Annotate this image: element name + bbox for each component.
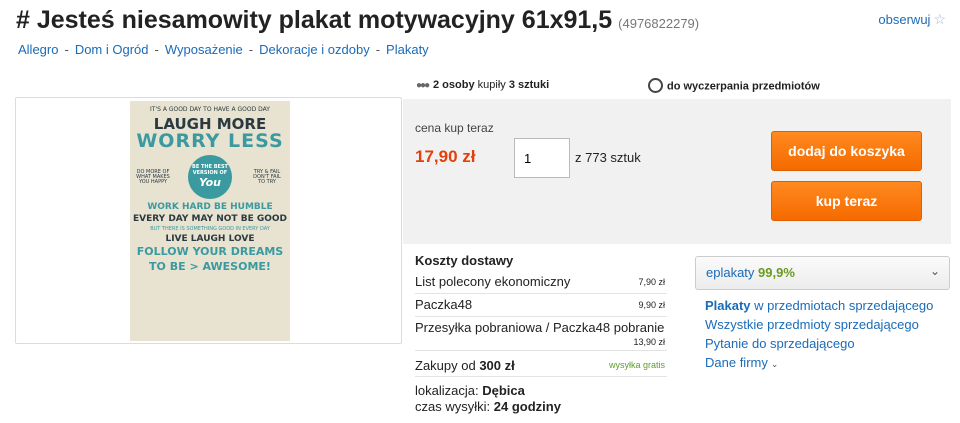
breadcrumb-item-wyposazenie[interactable]: Wyposażenie [165, 42, 243, 57]
shipping-option-name: Paczka48 [415, 297, 473, 312]
breadcrumb-item-dom-i-ogrod[interactable]: Dom i Ogród [75, 42, 149, 57]
poster-line: EVERY DAY MAY NOT BE GOOD [132, 214, 288, 224]
seller-dropdown[interactable]: eplakaty 99,9% ⌄ [695, 256, 950, 290]
breadcrumb: Allegro - Dom i Ogród - Wyposażenie - Dekoracj… [18, 42, 429, 57]
seller-rating: 99,9% [758, 265, 795, 280]
seller-category-link[interactable]: Plakaty w przedmiotach sprzedającego [705, 298, 933, 313]
shipping-costs: Koszty dostawy List polecony ekonomiczny… [415, 253, 667, 351]
poster-line: FOLLOW YOUR DREAMS [136, 245, 284, 258]
poster-circle-text: BE THE BEST VERSION OF [192, 164, 228, 176]
breadcrumb-separator: - [248, 42, 254, 57]
location-value: Dębica [482, 383, 525, 398]
quantity-input[interactable] [514, 138, 570, 178]
poster-line: IT'S A GOOD DAY TO HAVE A GOOD DAY [150, 106, 270, 113]
poster-line: TO BE > AWESOME! [149, 260, 271, 273]
free-shipping-amount: 300 zł [479, 358, 515, 373]
company-data-link[interactable]: Dane firmy ⌄ [705, 355, 778, 370]
free-shipping-prefix: Zakupy od [415, 358, 476, 373]
shipping-option-cost: 7,90 zł [638, 277, 665, 287]
stopwatch-icon [648, 78, 663, 93]
time-left-text: do wyczerpania przedmiotów [667, 80, 820, 93]
shipping-option: Przesyłka pobraniowa / Paczka48 pobranie… [415, 317, 667, 351]
poster-line: LIVE LAUGH LOVE [165, 234, 255, 244]
buy-now-button[interactable]: kup teraz [771, 181, 922, 221]
company-data-label: Dane firmy [705, 355, 768, 370]
shipping-option-name: List polecony ekonomiczny [415, 274, 571, 289]
location-info: lokalizacja: Dębica czas wysyłki: 24 god… [415, 383, 561, 415]
location-label: lokalizacja: [415, 383, 479, 398]
shipping-option-name: Przesyłka pobraniowa / Paczka48 pobranie [415, 320, 665, 335]
buyers-count: 2 osoby [433, 79, 475, 91]
watch-label: obserwuj [878, 12, 931, 27]
star-icon: ☆ [933, 11, 946, 27]
shipping-option-cost: 9,90 zł [638, 300, 665, 310]
people-icon: ●●● [416, 80, 430, 91]
add-to-cart-button[interactable]: dodaj do koszyka [771, 131, 922, 171]
breadcrumb-item-dekoracje[interactable]: Dekoracje i ozdoby [259, 42, 370, 57]
poster-circle-you: You [199, 176, 221, 189]
poster-line: WORK HARD BE HUMBLE [147, 202, 273, 212]
price-label: cena kup teraz [415, 121, 494, 135]
shipping-option-cost: 13,90 zł [633, 337, 665, 347]
breadcrumb-separator: - [154, 42, 159, 57]
breadcrumb-separator: - [375, 42, 381, 57]
product-image-frame[interactable]: IT'S A GOOD DAY TO HAVE A GOOD DAY LAUGH… [15, 97, 402, 344]
shipping-option: List polecony ekonomiczny 7,90 zł [415, 273, 667, 294]
breadcrumb-separator: - [64, 42, 69, 57]
free-shipping: Zakupy od 300 zł wysyłka gratis [415, 358, 667, 373]
seller-all-items-link[interactable]: Wszystkie przedmioty sprzedającego [705, 317, 919, 332]
divider [415, 376, 667, 377]
seller-name: eplakaty [706, 265, 755, 280]
poster-line: BUT THERE IS SOMETHING GOOD IN EVERY DAY [150, 226, 270, 232]
chevron-down-icon: ⌄ [929, 264, 940, 278]
shipping-option: Paczka48 9,90 zł [415, 294, 667, 317]
poster-line: TRY & FAIL DON'T FAIL TO TRY [253, 168, 281, 185]
poster-line: WORRY LESS [136, 130, 284, 152]
bought-word: kupiły [477, 79, 506, 91]
free-shipping-label: wysyłka gratis [608, 360, 665, 370]
dispatch-time-value: 24 godziny [493, 399, 561, 414]
poster-line: DO MORE OF WHAT MAKES YOU HAPPY [136, 168, 170, 185]
pieces-count: 3 sztuki [508, 79, 550, 91]
chevron-down-icon: ⌄ [770, 359, 779, 369]
page-title: # Jesteś niesamowity plakat motywacyjny … [16, 6, 699, 35]
sales-stats: ●●● 2 osoby kupiły 3 sztuki [416, 79, 549, 91]
watch-button[interactable]: obserwuj ☆ [878, 11, 946, 28]
breadcrumb-item-plakaty[interactable]: Plakaty [386, 42, 429, 57]
shipping-title: Koszty dostawy [415, 253, 514, 268]
stock-count: z 773 sztuk [575, 150, 641, 165]
breadcrumb-item-allegro[interactable]: Allegro [18, 42, 58, 57]
title-text: # Jesteś niesamowity plakat motywacyjny … [16, 6, 613, 34]
time-left: do wyczerpania przedmiotów [648, 78, 820, 94]
buy-panel: cena kup teraz 17,90 zł z 773 sztuk doda… [403, 99, 951, 244]
item-id: (4976822279) [618, 16, 700, 31]
dispatch-time-label: czas wysyłki: [415, 399, 491, 414]
poster-circle: BE THE BEST VERSION OF You [188, 155, 232, 199]
seller-category-bold: Plakaty [705, 298, 751, 313]
product-image[interactable]: IT'S A GOOD DAY TO HAVE A GOOD DAY LAUGH… [130, 101, 290, 341]
seller-links: Plakaty w przedmiotach sprzedającego Wsz… [705, 296, 933, 374]
price: 17,90 zł [415, 147, 476, 166]
ask-seller-link[interactable]: Pytanie do sprzedającego [705, 336, 855, 351]
seller-category-rest: w przedmiotach sprzedającego [754, 298, 934, 313]
